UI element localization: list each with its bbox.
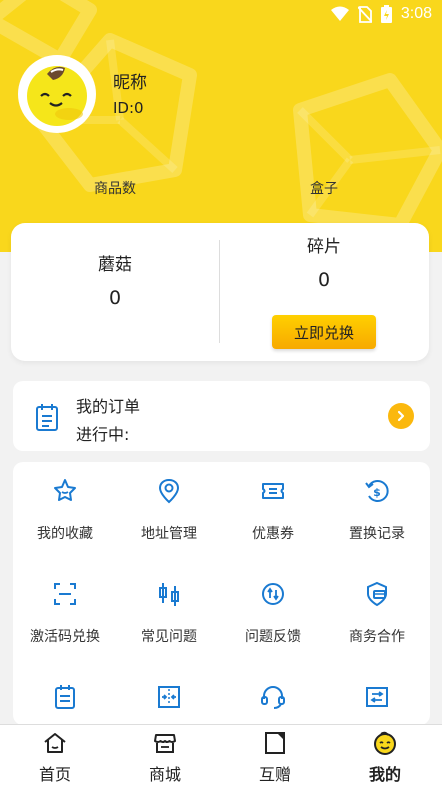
tab-label: 我的 [368, 765, 401, 784]
menu-label: 地址管理 [141, 526, 197, 542]
mascot-avatar-icon [27, 66, 87, 126]
box-count-label[interactable]: 盒子 [310, 178, 338, 198]
user-id: ID:0 [113, 99, 144, 117]
faq-icon [159, 583, 179, 606]
menu-item-activation-code[interactable]: 激活码兑换 [13, 565, 117, 655]
store-icon [154, 734, 176, 753]
menu-label: 商务合作 [349, 629, 405, 645]
status-icons: 3:08 [330, 5, 432, 23]
battery-charging-icon [380, 5, 392, 23]
order-arrow-button[interactable] [388, 403, 414, 429]
goods-count-label[interactable]: 商品数 [94, 178, 136, 198]
bottom-tab-bar: 首页 商城 互赠 我的 [0, 724, 442, 785]
gift-card-icon [265, 732, 285, 754]
headset-icon [261, 686, 285, 709]
mushroom-value: 0 [108, 287, 122, 309]
tab-label: 商城 [148, 765, 181, 784]
cooperation-icon [367, 581, 387, 607]
coupon-icon [262, 483, 284, 499]
order-list-icon [36, 404, 58, 431]
home-icon [44, 733, 66, 753]
menu-label: 我的收藏 [37, 526, 93, 542]
fragment-label: 碎片 [307, 237, 341, 257]
scan-icon [54, 583, 76, 605]
swap-icon [366, 687, 388, 707]
my-orders-card[interactable]: 我的订单 进行中: [13, 381, 430, 451]
menu-label: 常见问题 [141, 629, 197, 645]
order-status: 进行中: [76, 425, 130, 444]
menu-item-favorites[interactable]: 我的收藏 [13, 462, 117, 552]
wifi-icon [330, 6, 349, 21]
menu-item-faq[interactable]: 常见问题 [117, 565, 221, 655]
compress-icon [158, 686, 180, 708]
status-bar: 3:08 [0, 0, 442, 32]
menu-grid: 我的收藏 地址管理 优惠券 $ 置换记录 激活码兑换 常见问题 问题反馈 商务合… [13, 462, 430, 725]
menu-item-more-1[interactable] [13, 668, 117, 725]
status-time: 3:08 [400, 5, 432, 22]
menu-label: 置换记录 [349, 526, 405, 542]
order-title: 我的订单 [76, 397, 141, 416]
menu-item-cooperation[interactable]: 商务合作 [325, 565, 429, 655]
tab-mine[interactable]: 我的 [330, 725, 440, 785]
location-icon [158, 478, 180, 504]
chevron-right-icon [397, 410, 405, 422]
menu-label: 优惠券 [252, 526, 294, 542]
tab-gift[interactable]: 互赠 [220, 725, 330, 785]
menu-item-exchange-records[interactable]: $ 置换记录 [325, 462, 429, 552]
menu-item-coupons[interactable]: 优惠券 [221, 462, 325, 552]
mushroom-label: 蘑菇 [98, 255, 132, 275]
nickname: 昵称 [113, 73, 147, 93]
no-sim-icon [357, 5, 372, 23]
clipboard-icon [55, 685, 75, 709]
menu-label: 激活码兑换 [30, 629, 100, 645]
fragment-value: 0 [317, 269, 331, 291]
balance-card: 蘑菇 0 碎片 0 立即兑换 [11, 223, 429, 361]
exchange-record-icon: $ [365, 480, 389, 502]
menu-item-more-3[interactable] [221, 668, 325, 725]
svg-text:$: $ [373, 486, 381, 499]
smiley-icon [374, 731, 396, 755]
menu-item-more-4[interactable] [325, 668, 429, 725]
star-icon [54, 479, 76, 501]
menu-label: 问题反馈 [245, 629, 301, 645]
feedback-icon [262, 583, 284, 605]
avatar[interactable] [18, 55, 96, 133]
exchange-now-button[interactable]: 立即兑换 [272, 315, 376, 349]
tab-home[interactable]: 首页 [0, 725, 110, 785]
tab-store[interactable]: 商城 [110, 725, 220, 785]
balance-divider [219, 240, 220, 343]
tab-label: 互赠 [258, 765, 291, 784]
menu-item-feedback[interactable]: 问题反馈 [221, 565, 325, 655]
tab-label: 首页 [38, 765, 71, 784]
menu-item-more-2[interactable] [117, 668, 221, 725]
menu-item-address[interactable]: 地址管理 [117, 462, 221, 552]
